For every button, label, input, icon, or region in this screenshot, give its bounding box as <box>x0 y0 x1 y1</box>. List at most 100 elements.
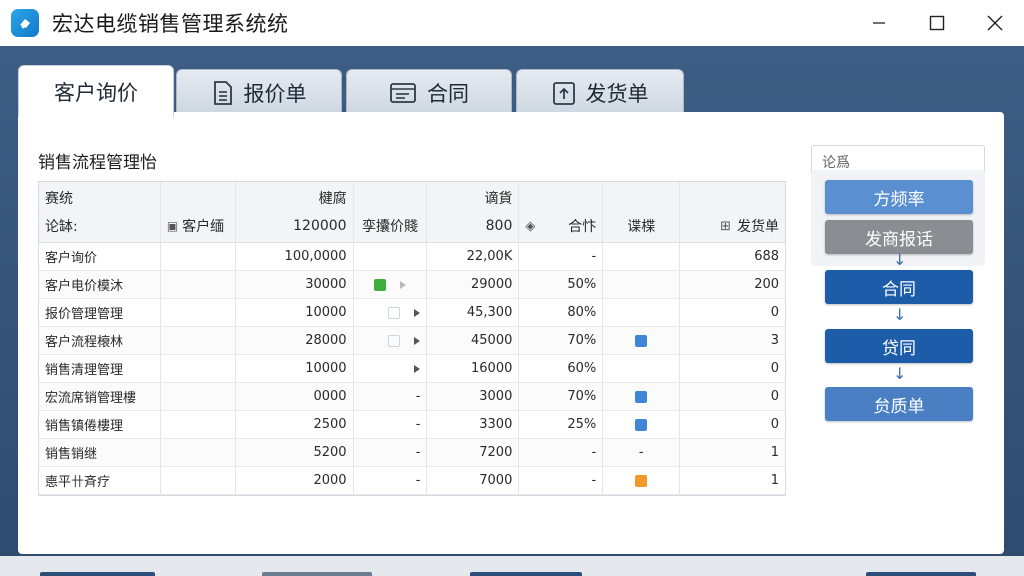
table-cell <box>603 355 681 382</box>
table-cell <box>603 467 681 494</box>
tab-label: 合同 <box>427 81 469 106</box>
header-bottom-label: 800 <box>485 218 513 234</box>
maximize-button[interactable] <box>908 0 966 46</box>
table-cell: - <box>354 467 428 494</box>
bottom-button[interactable] <box>866 572 976 576</box>
checkbox[interactable] <box>388 334 401 347</box>
table-cell: 25% <box>519 411 604 438</box>
section-title: 销售流程管理怡 <box>38 153 157 173</box>
app-icon <box>11 9 39 37</box>
table-cell: 45000 <box>427 327 520 354</box>
table-cell <box>161 355 236 382</box>
search-placeholder: 论爲 <box>822 155 850 171</box>
table-cell: 客户电价模沐 <box>39 271 161 298</box>
tab-quotation[interactable]: 报价单 <box>176 69 342 115</box>
table-cell: 0 <box>770 305 780 320</box>
table-row[interactable]: 客户电价模沐 30000 29000 50% 200 <box>39 271 785 299</box>
table-row[interactable]: 客户流程榱林 28000 45000 70% 3 <box>39 327 785 355</box>
table-cell: 80% <box>519 299 604 326</box>
flow-step-button[interactable]: 合同 <box>825 270 973 304</box>
table-row[interactable]: 销售镇倦樓理 2500-3300 25% 0 <box>39 411 785 439</box>
table-cell <box>603 327 681 354</box>
table-cell: 50% <box>519 271 604 298</box>
expand-arrow-icon[interactable] <box>414 308 421 317</box>
table-row[interactable]: 报价管理管理 10000 45,300 80% 0 <box>39 299 785 327</box>
document-icon <box>213 80 232 105</box>
table-cell <box>354 355 428 382</box>
table-cell: 45,300 <box>427 299 520 326</box>
shipping-icon <box>552 81 575 105</box>
header-bottom-label: 120000 <box>293 218 347 234</box>
bottom-button[interactable] <box>470 572 582 576</box>
header-cell[interactable]: ▣ 客户缅 <box>161 182 236 242</box>
header-cell[interactable]: 孪攮价賤 <box>354 182 428 242</box>
table-cell: - <box>519 243 604 270</box>
close-button[interactable] <box>966 0 1024 46</box>
arrow-down-icon: ↓ <box>893 364 907 383</box>
table-cell: 70% <box>519 383 604 410</box>
box-icon: ⊞ <box>720 218 732 234</box>
main-panel: 销售流程管理怡 赛统 论缽: ▣ 客户缅 楗腐 120000 孪攮价賤 谪貨 8… <box>18 112 1004 554</box>
header-cell[interactable]: 楗腐 120000 <box>236 182 354 242</box>
table-cell: 7000 <box>427 467 520 494</box>
header-bottom-label: 谍楪 <box>627 219 656 235</box>
tab-contract[interactable]: 合同 <box>346 69 512 115</box>
table-cell: 0 <box>770 417 780 432</box>
header-top-label: 楗腐 <box>318 191 347 207</box>
contract-icon <box>390 82 416 103</box>
table-cell: 0 <box>770 389 780 404</box>
table-cell: 1 <box>770 473 780 488</box>
table-cell <box>161 383 236 410</box>
title-bar: 宏达电缆销售管理系统统 <box>0 0 1024 46</box>
minimize-button[interactable] <box>850 0 908 46</box>
table-cell <box>161 327 236 354</box>
header-cell[interactable]: 谪貨 800 <box>427 182 520 242</box>
table-cell <box>354 271 428 298</box>
table-cell <box>161 467 236 494</box>
tab-customer-inquiry[interactable]: 客户询价 <box>18 65 174 117</box>
flow-step-button[interactable]: 贠质单 <box>825 387 973 421</box>
table-cell: 0 <box>770 361 780 376</box>
arrow-down-icon: ↓ <box>893 250 907 269</box>
table-cell <box>603 299 681 326</box>
header-bottom-label: 客户缅 <box>182 219 225 235</box>
table-row[interactable]: 㥁平卄斉疗 2000-7000-1 <box>39 467 785 495</box>
flow-step-label: 方频率 <box>873 189 925 210</box>
table-cell: - <box>519 439 604 466</box>
expand-arrow-icon[interactable] <box>414 336 421 345</box>
header-cell[interactable]: 谍楪 <box>603 182 681 242</box>
table-cell: 70% <box>519 327 604 354</box>
expand-arrow-icon[interactable] <box>414 364 421 373</box>
tab-label: 报价单 <box>243 81 307 106</box>
tab-shipping[interactable]: 发货单 <box>516 69 684 115</box>
table-cell: 报价管理管理 <box>39 299 161 326</box>
customer-icon: ▣ <box>166 219 179 233</box>
table-cell: 29000 <box>427 271 520 298</box>
table-cell: 7200 <box>427 439 520 466</box>
table-cell: 3000 <box>427 383 520 410</box>
bottom-button[interactable] <box>262 572 372 576</box>
header-cell[interactable]: 赛统 论缽: <box>39 182 161 242</box>
header-bottom-label: 发货单 <box>737 219 780 235</box>
checkbox[interactable] <box>388 306 401 319</box>
header-bottom-label: 论缽: <box>45 219 78 235</box>
table-row[interactable]: 销售销继 5200-7200- -1 <box>39 439 785 467</box>
flow-step-label: 合同 <box>882 279 916 300</box>
flow-step-button[interactable]: 发商报话 <box>825 220 973 254</box>
table-cell: 3300 <box>427 411 520 438</box>
table-cell: 200 <box>754 277 780 292</box>
flow-step-button[interactable]: 方频率 <box>825 180 973 214</box>
table-cell: 5200 <box>236 439 354 466</box>
minimize-icon <box>873 22 885 24</box>
header-cell[interactable]: ◈ 合忭 <box>519 182 604 242</box>
table-row[interactable]: 宏流席销管理樓 0000-3000 70% 0 <box>39 383 785 411</box>
bottom-button[interactable] <box>40 572 155 576</box>
table-row[interactable]: 客户询价 100,0000 22,00K - 688 <box>39 243 785 271</box>
table-cell: 28000 <box>236 327 354 354</box>
status-indicator-icon <box>635 418 648 431</box>
flow-step-button[interactable]: 贷同 <box>825 329 973 363</box>
expand-arrow-icon[interactable] <box>400 280 407 289</box>
table-row[interactable]: 销售清理管理 10000 16000 60% 0 <box>39 355 785 383</box>
header-bottom-label: 合忭 <box>568 219 597 235</box>
header-cell[interactable]: ⊞ 发货单 <box>680 182 785 242</box>
